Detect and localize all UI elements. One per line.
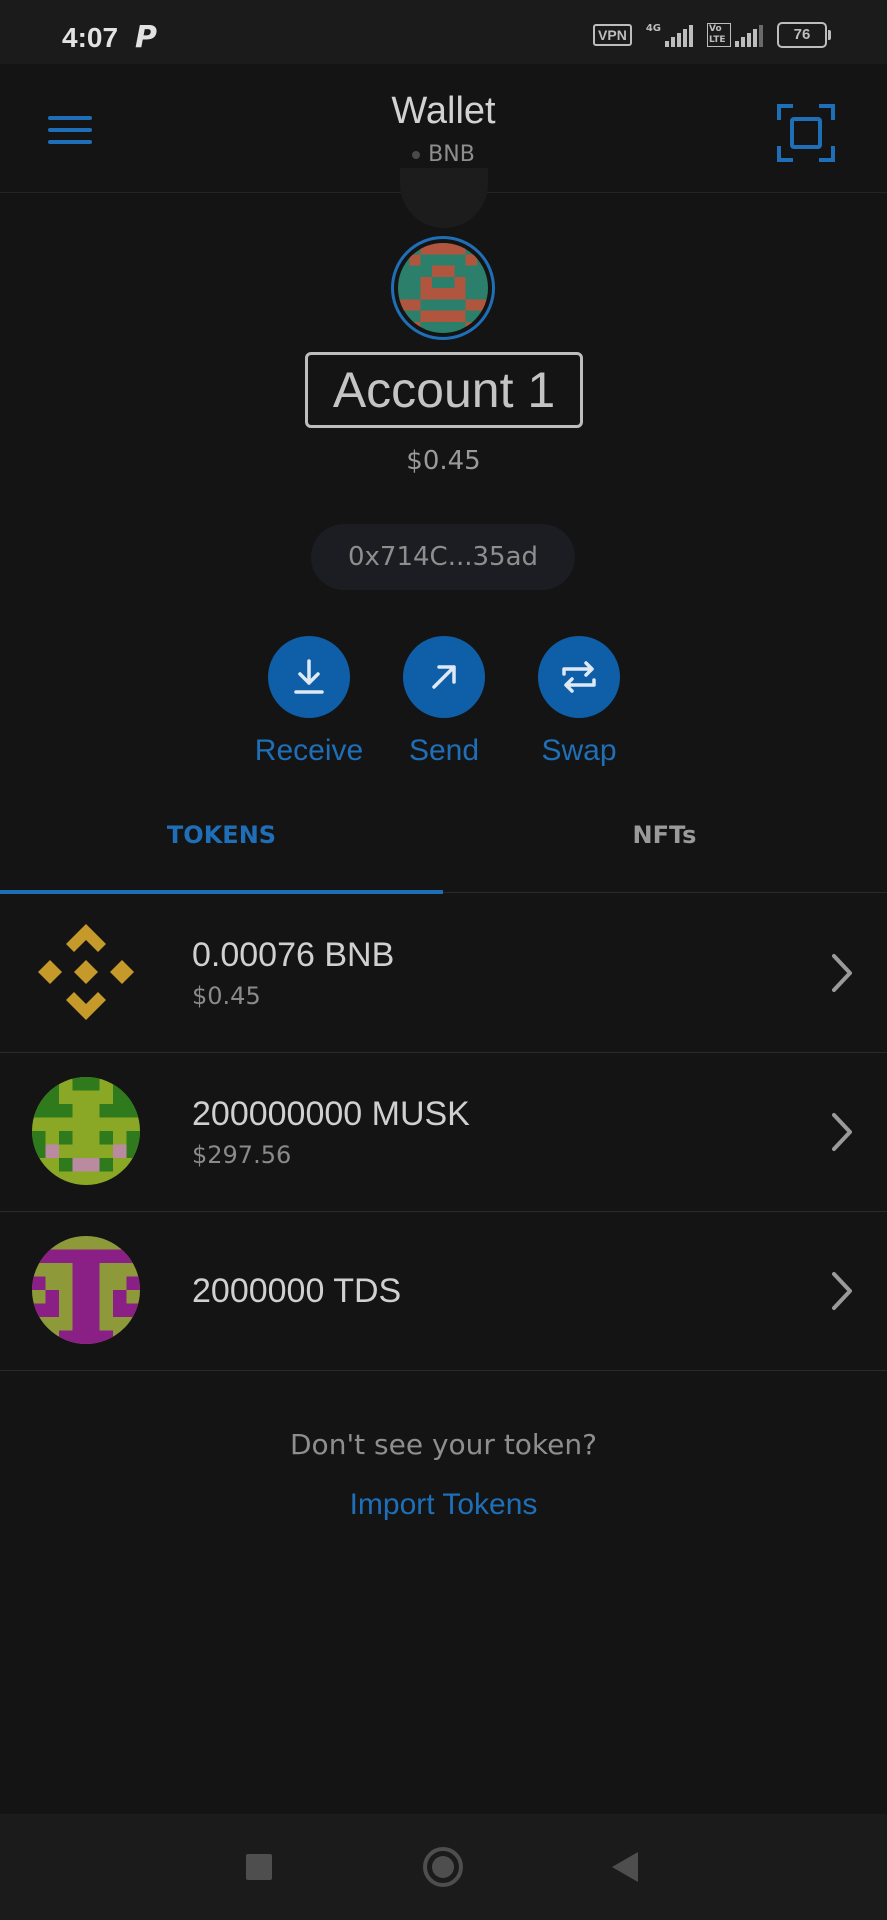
import-tokens-link[interactable]: Import Tokens — [0, 1488, 887, 1522]
token-amount: 0.00076 BNB — [192, 936, 395, 974]
receive-circle[interactable] — [268, 636, 350, 718]
chevron-right-icon — [832, 954, 852, 992]
download-icon — [294, 659, 324, 694]
swap-label: Swap — [541, 734, 617, 767]
receive-label: Receive — [254, 734, 364, 767]
swap-circle[interactable] — [538, 636, 620, 718]
app-notification-icon: P — [135, 20, 157, 55]
token-row-musk[interactable]: 200000000 MUSK $297.56 — [0, 1053, 887, 1212]
vpn-icon: VPN — [593, 24, 632, 46]
page-title: Wallet — [391, 90, 496, 132]
chevron-right-icon — [832, 1113, 852, 1151]
system-nav-bar — [0, 1814, 887, 1920]
account-address-pill[interactable]: 0x714C...35ad — [311, 524, 575, 590]
status-icons: VPN 4G Vo LTE 76 — [593, 22, 831, 48]
send-button[interactable]: Send — [374, 636, 514, 768]
tab-nfts[interactable]: NFTs — [443, 800, 886, 892]
missing-token-prompt: Don't see your token? — [290, 1428, 597, 1461]
battery-icon: 76 — [777, 22, 831, 48]
receive-button[interactable]: Receive — [239, 636, 379, 768]
token-amount: 200000000 MUSK — [192, 1095, 470, 1133]
arrow-up-right-icon — [432, 665, 456, 689]
identicon-icon — [398, 243, 488, 333]
token-fiat-value: $0.45 — [192, 982, 261, 1010]
tds-token-icon — [32, 1236, 140, 1344]
account-name[interactable]: Account 1 — [305, 352, 583, 428]
token-amount: 2000000 TDS — [192, 1272, 402, 1310]
swap-icon — [562, 661, 596, 693]
token-row-bnb[interactable]: 0.00076 BNB $0.45 — [0, 894, 887, 1053]
chevron-right-icon — [832, 1272, 852, 1310]
musk-token-icon — [32, 1077, 140, 1185]
swap-button[interactable]: Swap — [509, 636, 649, 768]
status-bar: 4:07 P VPN 4G Vo LTE 76 — [0, 0, 887, 64]
decorative-shape — [400, 168, 488, 228]
send-label: Send — [408, 734, 480, 767]
account-balance: $0.45 — [406, 446, 481, 476]
token-fiat-value: $297.56 — [192, 1141, 292, 1169]
back-icon[interactable] — [610, 1850, 640, 1884]
network-dot-icon — [412, 151, 421, 159]
bnb-logo-icon — [38, 924, 134, 1020]
asset-tabs: TOKENS NFTs — [0, 800, 887, 894]
signal-volte-icon: Vo LTE — [707, 23, 763, 47]
qr-scan-icon[interactable] — [777, 104, 835, 162]
network-selector[interactable]: BNB — [0, 142, 887, 167]
status-time: 4:07 — [62, 22, 119, 53]
home-icon[interactable] — [422, 1846, 464, 1888]
send-circle[interactable] — [403, 636, 485, 718]
token-row-tds[interactable]: 2000000 TDS — [0, 1212, 887, 1371]
recents-icon[interactable] — [246, 1854, 272, 1880]
signal-4g-icon: 4G — [646, 23, 693, 47]
network-label: BNB — [428, 142, 475, 167]
net2-label: Vo LTE — [707, 23, 731, 47]
net1-label: 4G — [645, 23, 661, 34]
account-avatar[interactable] — [391, 236, 495, 340]
tab-tokens[interactable]: TOKENS — [0, 800, 443, 894]
